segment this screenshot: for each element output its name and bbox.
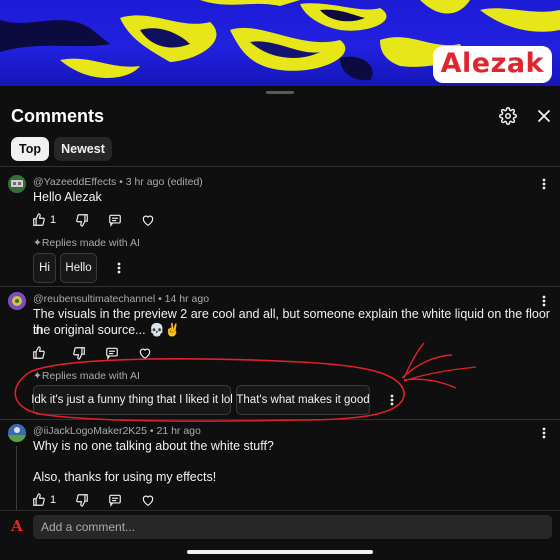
close-icon[interactable] bbox=[532, 104, 556, 128]
comment-text-line-2: the original source... 💀✌️ bbox=[33, 323, 181, 337]
dislike-button[interactable] bbox=[75, 493, 89, 507]
reply-button[interactable] bbox=[108, 213, 122, 227]
avatar[interactable] bbox=[8, 175, 26, 193]
add-comment-input[interactable] bbox=[33, 515, 552, 539]
ai-replies-label: ✦Replies made with AI bbox=[33, 370, 140, 382]
more-options-icon[interactable] bbox=[113, 258, 125, 278]
comment-text-line-1: Why is no one talking about the white st… bbox=[33, 439, 274, 453]
heart-icon[interactable] bbox=[141, 213, 155, 227]
like-count: 1 bbox=[50, 214, 57, 226]
comment-divider bbox=[0, 419, 560, 420]
sparkle-icon: ✦ bbox=[33, 237, 42, 249]
heart-icon[interactable] bbox=[138, 346, 152, 360]
comment-divider bbox=[0, 286, 560, 287]
home-indicator bbox=[187, 550, 373, 554]
video-preview[interactable]: Alezak bbox=[0, 0, 560, 86]
more-options-icon[interactable] bbox=[538, 174, 550, 194]
like-button[interactable]: 1 bbox=[32, 493, 56, 507]
comment-time: • 14 hr ago bbox=[155, 293, 210, 305]
panel-title: Comments bbox=[11, 106, 105, 126]
comment-meta: @YazeeddEffects • 3 hr ago (edited) bbox=[33, 176, 203, 188]
dislike-button[interactable] bbox=[72, 346, 86, 360]
sparkle-icon: ✦ bbox=[33, 370, 42, 382]
tab-top[interactable]: Top bbox=[11, 137, 49, 161]
comment-text: Hello Alezak bbox=[33, 190, 102, 204]
tab-newest[interactable]: Newest bbox=[54, 137, 112, 161]
heart-icon[interactable] bbox=[141, 493, 155, 507]
comment-meta: @iiJackLogoMaker2K25 • 21 hr ago bbox=[33, 425, 201, 437]
avatar[interactable] bbox=[8, 292, 26, 310]
comment-author[interactable]: @reubensultimatechannel bbox=[33, 293, 155, 305]
gear-icon[interactable] bbox=[496, 104, 520, 128]
more-options-icon[interactable] bbox=[386, 390, 398, 410]
comment-text-line-2: Also, thanks for using my effects! bbox=[33, 470, 217, 484]
ai-reply-chip[interactable]: Hi bbox=[33, 253, 56, 283]
comment-meta: @reubensultimatechannel • 14 hr ago bbox=[33, 293, 209, 305]
comment-author[interactable]: @YazeeddEffects bbox=[33, 176, 116, 188]
comment-actions: 1 bbox=[32, 211, 155, 229]
header-divider bbox=[0, 166, 560, 167]
ai-replies-label: ✦Replies made with AI bbox=[33, 237, 140, 249]
reply-button[interactable] bbox=[105, 346, 119, 360]
user-avatar: A bbox=[11, 517, 23, 535]
more-options-icon[interactable] bbox=[538, 423, 550, 443]
thread-line bbox=[16, 446, 17, 510]
more-options-icon[interactable] bbox=[538, 291, 550, 311]
like-button[interactable] bbox=[32, 346, 50, 360]
drag-handle[interactable] bbox=[266, 91, 294, 94]
like-button[interactable]: 1 bbox=[32, 213, 56, 227]
comment-actions bbox=[32, 344, 152, 362]
ai-reply-chip[interactable]: Hello bbox=[60, 253, 97, 283]
reply-button[interactable] bbox=[108, 493, 122, 507]
dislike-button[interactable] bbox=[75, 213, 89, 227]
like-count: 1 bbox=[50, 494, 57, 506]
comment-actions: 1 bbox=[32, 491, 155, 509]
comment-time: • 21 hr ago bbox=[146, 425, 201, 437]
comment-author[interactable]: @iiJackLogoMaker2K25 bbox=[33, 425, 147, 437]
comment-time: • 3 hr ago (edited) bbox=[116, 176, 203, 188]
ai-reply-chip[interactable]: That's what makes it good bbox=[236, 385, 370, 415]
ai-reply-chip[interactable]: Idk it's just a funny thing that I liked… bbox=[31, 385, 233, 415]
avatar[interactable] bbox=[8, 424, 26, 442]
watermark-logo: Alezak bbox=[432, 46, 552, 83]
